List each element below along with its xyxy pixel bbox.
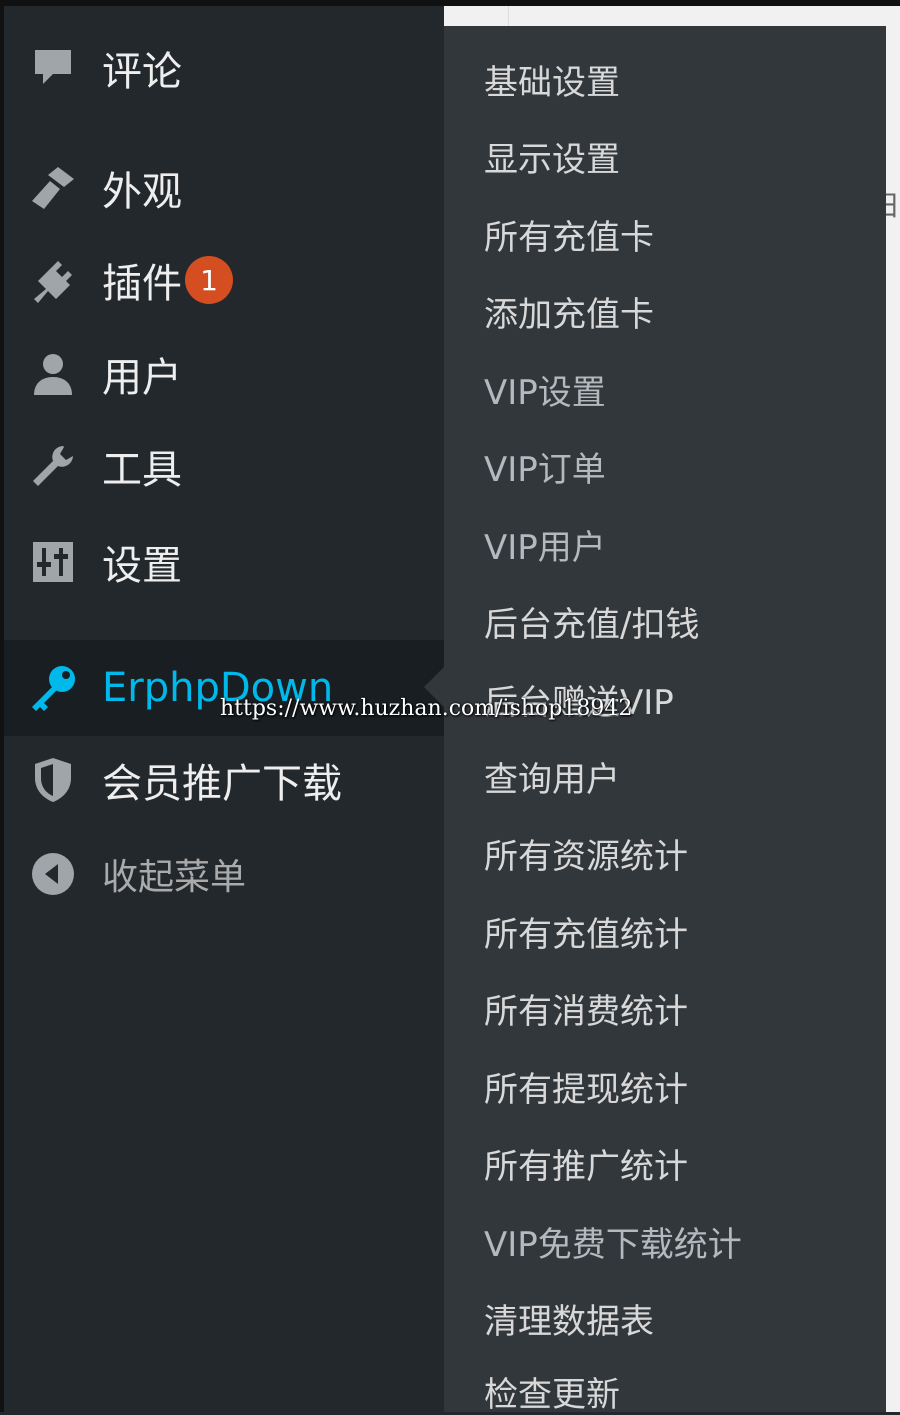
- submenu-item[interactable]: 所有提现统计: [484, 1073, 688, 1107]
- menu-item-settings[interactable]: 设置: [4, 514, 444, 610]
- menu-label: 会员推广下载: [102, 761, 342, 807]
- collapse-icon: [28, 849, 78, 899]
- submenu-item[interactable]: 检查更新: [484, 1378, 620, 1412]
- submenu-item[interactable]: 显示设置: [484, 143, 620, 177]
- menu-item-tools[interactable]: 工具: [4, 418, 444, 514]
- update-count-badge: 1: [185, 256, 233, 304]
- submenu-item[interactable]: 所有充值卡: [484, 221, 654, 255]
- menu-item-member-referral[interactable]: 会员推广下载: [4, 732, 444, 828]
- submenu-item[interactable]: 基础设置: [484, 66, 620, 100]
- menu-item-erphpdown[interactable]: ErphpDown: [4, 640, 444, 736]
- menu-item-comments[interactable]: 评论: [4, 20, 444, 116]
- submenu-item[interactable]: VIP用户: [484, 531, 606, 565]
- left-edge: [0, 0, 4, 1412]
- paintbrush-icon: [28, 163, 78, 213]
- menu-label: 插件: [102, 261, 182, 307]
- watermark: https://www.huzhan.com/ishop18942: [220, 696, 633, 721]
- menu-label: 用户: [102, 355, 182, 401]
- comment-icon: [28, 43, 78, 93]
- menu-label: 设置: [102, 543, 182, 589]
- submenu-item[interactable]: VIP设置: [484, 376, 606, 410]
- wrench-icon: [28, 441, 78, 491]
- submenu-item[interactable]: 清理数据表: [484, 1305, 654, 1339]
- menu-item-appearance[interactable]: 外观: [4, 140, 444, 236]
- settings-icon: [28, 537, 78, 587]
- submenu-item[interactable]: VIP免费下载统计: [484, 1228, 742, 1262]
- key-icon: [28, 663, 78, 713]
- plugin-icon: [28, 255, 78, 305]
- menu-item-users[interactable]: 用户: [4, 326, 444, 422]
- submenu-item[interactable]: 所有推广统计: [484, 1150, 688, 1184]
- submenu-item[interactable]: 所有消费统计: [484, 995, 688, 1029]
- user-icon: [28, 349, 78, 399]
- submenu-item[interactable]: 添加充值卡: [484, 298, 654, 332]
- collapse-menu-button[interactable]: 收起菜单: [4, 826, 444, 922]
- submenu-item[interactable]: 后台充值/扣钱: [484, 608, 699, 642]
- menu-label: 评论: [102, 49, 182, 95]
- menu-item-plugins[interactable]: 插件 1: [4, 232, 444, 328]
- submenu-item[interactable]: 查询用户: [484, 763, 620, 797]
- menu-label: 收起菜单: [102, 857, 247, 898]
- menu-label: 外观: [102, 169, 182, 215]
- submenu-item[interactable]: 所有充值统计: [484, 918, 688, 952]
- shield-icon: [28, 755, 78, 805]
- submenu-item[interactable]: 所有资源统计: [484, 840, 688, 874]
- submenu-item[interactable]: VIP订单: [484, 453, 606, 487]
- menu-label: 工具: [102, 447, 182, 493]
